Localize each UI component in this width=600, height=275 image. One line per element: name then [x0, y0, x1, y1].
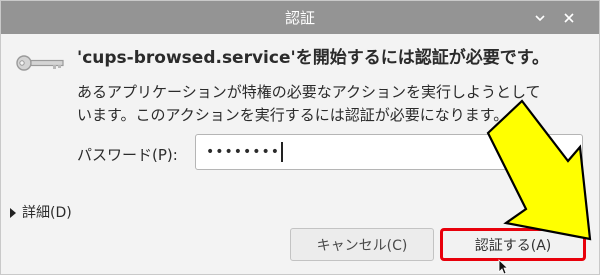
details-label: 詳細(D) — [22, 205, 72, 221]
text-caret — [281, 142, 283, 162]
window-title: 認証 — [284, 9, 315, 27]
cancel-button[interactable]: キャンセル(C) — [290, 228, 434, 261]
expander-arrow-icon — [10, 208, 16, 218]
message-line-2: います。このアクションを実行するには認証が必要になります。 — [77, 106, 509, 124]
close-button[interactable] — [559, 8, 579, 28]
minimize-button[interactable] — [530, 8, 550, 28]
cursor-icon — [498, 259, 508, 274]
close-icon — [564, 13, 574, 23]
password-label: パスワード(P): — [77, 146, 178, 164]
auth-dialog-window: 認証 'cups-browsed.service'を開始するには認証が必要です。… — [0, 0, 600, 275]
dialog-message: あるアプリケーションが特権の必要なアクションを実行しようとして います。このアク… — [77, 81, 577, 127]
message-line-1: あるアプリケーションが特権の必要なアクションを実行しようとして — [77, 83, 541, 101]
password-value: •••••••• — [206, 144, 281, 160]
dialog-heading: 'cups-browsed.service'を開始するには認証が必要です。 — [77, 48, 549, 68]
title-bar: 認証 — [1, 1, 599, 34]
authenticate-button[interactable]: 認証する(A) — [440, 228, 586, 261]
minimize-icon — [535, 15, 545, 22]
key-icon — [16, 55, 64, 71]
details-expander[interactable]: 詳細(D) — [10, 202, 72, 222]
password-field[interactable]: •••••••• — [195, 134, 583, 170]
